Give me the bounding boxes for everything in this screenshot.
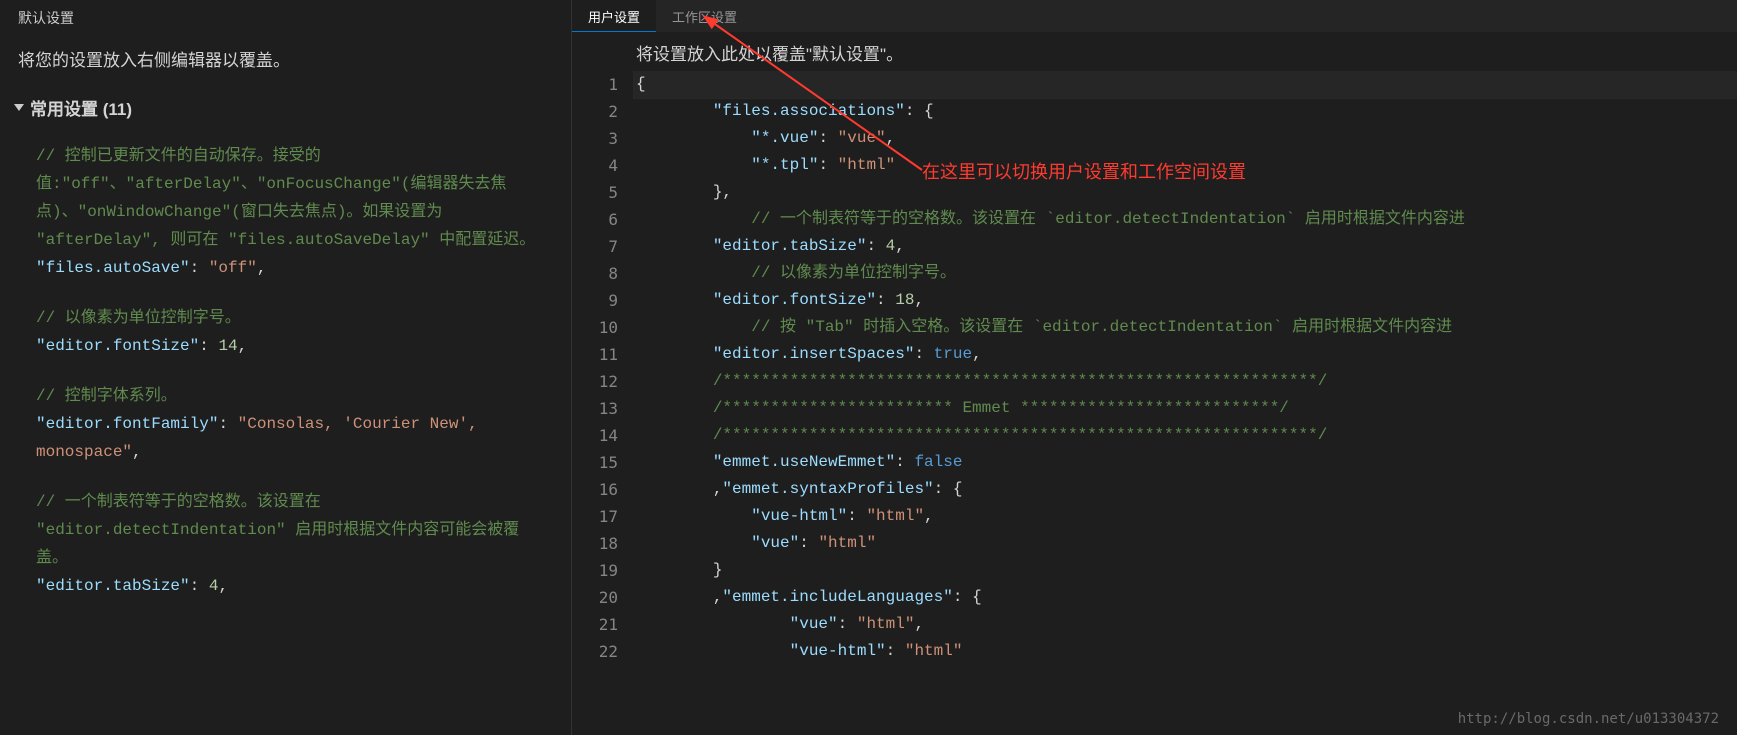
code-line[interactable]: }, <box>636 179 1737 206</box>
line-number: 13 <box>572 395 618 422</box>
code-line[interactable]: "vue-html": "html", <box>636 503 1737 530</box>
line-number: 22 <box>572 638 618 665</box>
setting-comment: // 以像素为单位控制字号。 <box>36 304 549 332</box>
line-number: 15 <box>572 449 618 476</box>
default-settings-panel: 默认设置 将您的设置放入右侧编辑器以覆盖。 常用设置 (11) // 控制已更新… <box>0 0 572 735</box>
code-line[interactable]: "vue": "html", <box>636 611 1737 638</box>
setting-key-value[interactable]: "editor.tabSize": 4, <box>36 572 549 600</box>
left-panel-title: 默认设置 <box>0 0 571 36</box>
section-title-label: 常用设置 (11) <box>30 95 132 120</box>
code-line[interactable]: "vue": "html" <box>636 530 1737 557</box>
setting-key-value[interactable]: "editor.fontSize": 14, <box>36 332 549 360</box>
code-line[interactable]: "files.associations": { <box>636 98 1737 125</box>
code-line[interactable]: "vue-html": "html" <box>636 638 1737 665</box>
code-line[interactable]: "editor.insertSpaces": true, <box>636 341 1737 368</box>
code-line[interactable]: // 按 "Tab" 时插入空格。该设置在 `editor.detectInde… <box>636 314 1737 341</box>
line-number: 17 <box>572 503 618 530</box>
line-number: 6 <box>572 206 618 233</box>
code-line[interactable]: /************************ Emmet ********… <box>636 395 1737 422</box>
line-number: 10 <box>572 314 618 341</box>
code-line[interactable]: } <box>636 557 1737 584</box>
code-line[interactable]: "editor.fontSize": 18, <box>636 287 1737 314</box>
line-number: 16 <box>572 476 618 503</box>
code-line[interactable]: { <box>634 71 1737 98</box>
line-number: 4 <box>572 152 618 179</box>
left-instruction: 将您的设置放入右侧编辑器以覆盖。 <box>0 36 571 85</box>
line-number: 7 <box>572 233 618 260</box>
code-line[interactable]: ,"emmet.syntaxProfiles": { <box>636 476 1737 503</box>
line-number: 18 <box>572 530 618 557</box>
settings-tabs: 用户设置 工作区设置 <box>572 0 1737 32</box>
editor-area[interactable]: 12345678910111213141516171819202122 { "f… <box>572 71 1737 735</box>
line-number-gutter: 12345678910111213141516171819202122 <box>572 71 636 735</box>
setting-key-value[interactable]: "files.autoSave": "off", <box>36 254 549 282</box>
line-number: 5 <box>572 179 618 206</box>
line-number: 12 <box>572 368 618 395</box>
code-line[interactable]: "*.vue": "vue", <box>636 125 1737 152</box>
setting-comment: // 控制已更新文件的自动保存。接受的值:"off"、"afterDelay"、… <box>36 142 549 254</box>
code-line[interactable]: /***************************************… <box>636 368 1737 395</box>
setting-block: // 一个制表符等于的空格数。该设置在 "editor.detectIndent… <box>36 488 549 600</box>
default-settings-content: // 控制已更新文件的自动保存。接受的值:"off"、"afterDelay"、… <box>0 126 571 735</box>
watermark: http://blog.csdn.net/u013304372 <box>1458 711 1719 727</box>
code-line[interactable]: ,"emmet.includeLanguages": { <box>636 584 1737 611</box>
line-number: 8 <box>572 260 618 287</box>
right-instruction: 将设置放入此处以覆盖"默认设置"。 <box>572 32 1737 71</box>
tab-user-settings[interactable]: 用户设置 <box>572 0 656 32</box>
code-line[interactable]: "editor.tabSize": 4, <box>636 233 1737 260</box>
line-number: 21 <box>572 611 618 638</box>
code-line[interactable]: // 一个制表符等于的空格数。该设置在 `editor.detectIndent… <box>636 206 1737 233</box>
line-number: 20 <box>572 584 618 611</box>
caret-down-icon <box>14 104 24 111</box>
tab-workspace-settings[interactable]: 工作区设置 <box>656 0 753 32</box>
setting-block: // 控制已更新文件的自动保存。接受的值:"off"、"afterDelay"、… <box>36 142 549 282</box>
setting-comment: // 控制字体系列。 <box>36 382 549 410</box>
line-number: 3 <box>572 125 618 152</box>
line-number: 14 <box>572 422 618 449</box>
line-number: 19 <box>572 557 618 584</box>
setting-block: // 控制字体系列。"editor.fontFamily": "Consolas… <box>36 382 549 466</box>
setting-block: // 以像素为单位控制字号。"editor.fontSize": 14, <box>36 304 549 360</box>
line-number: 11 <box>572 341 618 368</box>
section-common-settings[interactable]: 常用设置 (11) <box>0 85 571 126</box>
code-line[interactable]: /***************************************… <box>636 422 1737 449</box>
code-line[interactable]: "*.tpl": "html" <box>636 152 1737 179</box>
code-line[interactable]: "emmet.useNewEmmet": false <box>636 449 1737 476</box>
line-number: 1 <box>572 71 618 98</box>
line-number: 2 <box>572 98 618 125</box>
setting-comment: // 一个制表符等于的空格数。该设置在 "editor.detectIndent… <box>36 488 549 572</box>
line-number: 9 <box>572 287 618 314</box>
code-content[interactable]: { "files.associations": { "*.vue": "vue"… <box>636 71 1737 735</box>
setting-key-value[interactable]: "editor.fontFamily": "Consolas, 'Courier… <box>36 410 549 466</box>
user-settings-panel: 用户设置 工作区设置 将设置放入此处以覆盖"默认设置"。 12345678910… <box>572 0 1737 735</box>
code-line[interactable]: // 以像素为单位控制字号。 <box>636 260 1737 287</box>
